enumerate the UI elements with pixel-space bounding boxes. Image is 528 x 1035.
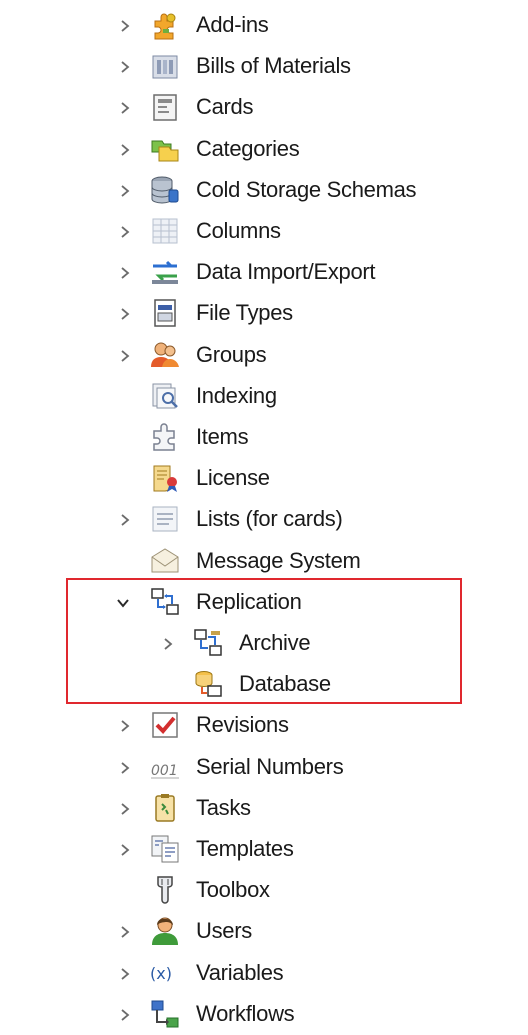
tree-item-cards[interactable]: Cards [0, 87, 528, 128]
tree-item-cold-storage-schemas[interactable]: Cold Storage Schemas [0, 170, 528, 211]
tree-item-label: License [196, 465, 270, 491]
tree-item-label: Bills of Materials [196, 53, 351, 79]
chevron-right-icon[interactable] [118, 719, 132, 733]
tree-item-workflows[interactable]: Workflows [0, 994, 528, 1035]
tree-item-label: Archive [239, 630, 311, 655]
tree-item-label: Lists (for cards) [196, 506, 343, 532]
card-icon [148, 90, 182, 124]
tree-item-label: Columns [196, 218, 281, 243]
chevron-right-icon[interactable] [118, 307, 132, 321]
file-types-icon [148, 296, 182, 330]
database-icon [191, 667, 225, 701]
chevron-right-icon[interactable] [118, 19, 132, 33]
tree-item-categories[interactable]: Categories [0, 129, 528, 170]
tree-item-file-types[interactable]: File Types [0, 293, 528, 334]
tree-item-archive[interactable]: Archive [0, 623, 528, 664]
tree-item-label: Message System [196, 547, 361, 573]
tasks-icon [148, 791, 182, 825]
workflows-icon [148, 997, 182, 1031]
chevron-right-icon[interactable] [118, 1008, 132, 1022]
tree-item-label: Variables [196, 959, 284, 985]
tree-item-label: Workflows [196, 1000, 295, 1026]
bill-of-materials-icon [148, 49, 182, 83]
tree-item-replication[interactable]: Replication [0, 582, 528, 623]
chevron-right-icon[interactable] [118, 967, 132, 981]
tree-item-label: Toolbox [196, 877, 270, 903]
tree-item-label: Database [239, 671, 331, 697]
tree-item-label: Revisions [196, 712, 289, 738]
settings-tree: Add-ins Bills of Materials Cards Categories… [0, 0, 528, 1035]
groups-icon [148, 338, 182, 372]
tree-item-message-system[interactable]: Message System [0, 541, 528, 582]
chevron-down-icon[interactable] [116, 596, 130, 610]
tree-item-label: Cold Storage Schemas [196, 176, 417, 202]
tree-item-columns[interactable]: Columns [0, 211, 528, 252]
variables-icon: (x) [148, 956, 182, 990]
tree-item-lists-for-cards[interactable]: Lists (for cards) [0, 499, 528, 540]
tree-item-label: Categories [196, 135, 300, 161]
chevron-right-icon[interactable] [118, 513, 132, 527]
chevron-right-icon[interactable] [118, 266, 132, 280]
tree-item-label: Groups [196, 341, 267, 367]
tree-item-database[interactable]: Database [0, 664, 528, 705]
chevron-right-icon[interactable] [118, 225, 132, 239]
tree-item-serial-numbers[interactable]: 001 Serial Numbers [0, 747, 528, 788]
serial-numbers-icon: 001 [148, 750, 182, 784]
tree-item-label: Tasks [196, 794, 251, 820]
chevron-right-icon[interactable] [118, 761, 132, 775]
tree-item-templates[interactable]: Templates [0, 829, 528, 870]
chevron-right-icon[interactable] [118, 843, 132, 857]
templates-icon [148, 832, 182, 866]
puzzle-icon [148, 8, 182, 42]
tree-item-label: Indexing [196, 382, 277, 408]
tree-item-label: Items [196, 424, 249, 449]
tree-item-label: File Types [196, 300, 293, 326]
license-icon [148, 461, 182, 495]
chevron-right-icon[interactable] [118, 802, 132, 816]
tree-item-license[interactable]: License [0, 458, 528, 499]
tree-item-add-ins[interactable]: Add-ins [0, 5, 528, 46]
tree-item-label: Cards [196, 94, 254, 120]
message-icon [148, 544, 182, 578]
revisions-icon [148, 708, 182, 742]
tree-item-label: Data Import/Export [196, 259, 376, 285]
cold-storage-icon [148, 173, 182, 207]
chevron-right-icon[interactable] [118, 349, 132, 363]
tree-item-users[interactable]: Users [0, 911, 528, 952]
chevron-right-icon[interactable] [161, 637, 175, 651]
toolbox-icon [148, 873, 182, 907]
indexing-icon [148, 379, 182, 413]
tree-item-variables[interactable]: (x) Variables [0, 953, 528, 994]
chevron-right-icon[interactable] [118, 184, 132, 198]
columns-icon [148, 214, 182, 248]
archive-icon [191, 626, 225, 660]
svg-text:(x): (x) [150, 964, 172, 983]
tree-item-label: Serial Numbers [196, 753, 344, 779]
categories-icon [148, 132, 182, 166]
tree-item-groups[interactable]: Groups [0, 335, 528, 376]
tree-item-revisions[interactable]: Revisions [0, 705, 528, 746]
replication-icon [148, 585, 182, 619]
tree-item-indexing[interactable]: Indexing [0, 376, 528, 417]
tree-item-label: Templates [196, 836, 294, 861]
svg-text:001: 001 [151, 763, 178, 779]
tree-item-bills-of-materials[interactable]: Bills of Materials [0, 46, 528, 87]
tree-item-label: Add-ins [196, 12, 269, 37]
tree-item-label: Replication [196, 588, 302, 614]
items-icon [148, 420, 182, 454]
chevron-right-icon[interactable] [118, 60, 132, 74]
chevron-right-icon[interactable] [118, 143, 132, 157]
tree-item-label: Users [196, 918, 252, 944]
import-export-icon [148, 255, 182, 289]
user-icon [148, 914, 182, 948]
chevron-right-icon[interactable] [118, 101, 132, 115]
tree-item-items[interactable]: Items [0, 417, 528, 458]
tree-item-data-import-export[interactable]: Data Import/Export [0, 252, 528, 293]
lists-icon [148, 502, 182, 536]
chevron-right-icon[interactable] [118, 925, 132, 939]
tree-item-toolbox[interactable]: Toolbox [0, 870, 528, 911]
tree-item-tasks[interactable]: Tasks [0, 788, 528, 829]
